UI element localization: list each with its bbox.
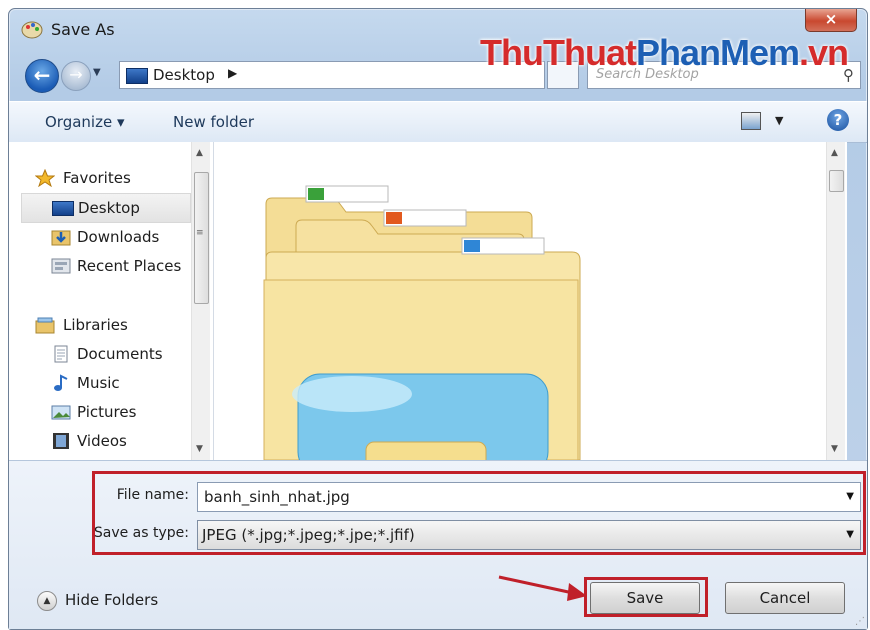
arrow-annotation-icon: [498, 575, 587, 601]
chevron-right-icon[interactable]: ▶: [228, 66, 237, 80]
resize-grip-icon[interactable]: ⋰: [855, 616, 865, 627]
star-icon: [35, 169, 55, 187]
sidebar-item-desktop[interactable]: Desktop: [21, 193, 191, 223]
folder-illustration-icon: [263, 185, 581, 460]
sidebar-item-downloads[interactable]: Downloads: [21, 223, 189, 251]
save-type-label: Save as type:: [93, 525, 189, 541]
content-scrollbar[interactable]: ▲ ▼: [826, 142, 845, 460]
sidebar-scrollbar[interactable]: ▲ ≡ ▼: [191, 142, 210, 460]
save-button[interactable]: Save: [590, 582, 700, 614]
scroll-down-icon[interactable]: ▼: [196, 444, 203, 454]
desktop-icon: [52, 201, 74, 216]
sidebar-item-videos[interactable]: Videos: [21, 427, 189, 455]
sidebar-scroll-thumb[interactable]: ≡: [194, 172, 209, 304]
save-type-select[interactable]: JPEG (*.jpg;*.jpeg;*.jpe;*.jfif) ▼: [197, 520, 861, 550]
new-folder-button[interactable]: New folder: [173, 113, 254, 131]
chevron-down-icon[interactable]: ▼: [846, 529, 854, 540]
sidebar-item-documents[interactable]: Documents: [21, 340, 189, 368]
scroll-up-icon[interactable]: ▲: [831, 148, 838, 158]
paint-palette-icon: [21, 21, 43, 39]
forward-button[interactable]: →: [61, 61, 91, 91]
save-type-value: JPEG (*.jpg;*.jpeg;*.jpe;*.jfif): [202, 526, 415, 544]
content-scroll-thumb[interactable]: [829, 170, 844, 192]
sidebar-item-music[interactable]: Music: [21, 369, 189, 397]
file-list-pane[interactable]: ▲ ▼: [214, 142, 847, 460]
view-options-dropdown[interactable]: ▼: [775, 114, 783, 127]
chevron-down-icon[interactable]: ▼: [846, 491, 854, 502]
desktop-icon: [126, 68, 148, 84]
scroll-down-icon[interactable]: ▼: [831, 444, 838, 454]
grip-icon: ≡: [196, 228, 204, 238]
documents-icon: [54, 345, 68, 363]
save-options-panel: File name: banh_sinh_nhat.jpg ▼ Save as …: [9, 460, 867, 629]
music-icon: [54, 374, 68, 391]
organize-button[interactable]: Organize ▾: [45, 113, 125, 131]
sidebar-item-pictures[interactable]: Pictures: [21, 398, 189, 426]
file-name-label: File name:: [116, 487, 189, 503]
address-segment-desktop[interactable]: Desktop: [153, 66, 215, 84]
forward-arrow-icon: →: [69, 65, 83, 84]
videos-icon: [53, 433, 69, 449]
help-icon[interactable]: ?: [827, 109, 849, 131]
file-name-value: banh_sinh_nhat.jpg: [204, 488, 350, 506]
back-button[interactable]: ←: [25, 59, 59, 93]
back-arrow-icon: ←: [33, 63, 51, 87]
watermark-logo: ThuThuatPhanMem.vn: [480, 32, 849, 73]
change-view-icon[interactable]: [741, 112, 761, 130]
scroll-up-icon[interactable]: ▲: [196, 148, 203, 158]
close-button[interactable]: ×: [805, 9, 857, 32]
downloads-folder-icon: [51, 230, 71, 246]
libraries-icon: [35, 317, 55, 334]
recent-pages-dropdown[interactable]: ▼: [93, 67, 101, 78]
pictures-icon: [51, 405, 71, 420]
file-name-field[interactable]: banh_sinh_nhat.jpg ▼: [197, 482, 861, 512]
close-icon: ×: [824, 10, 838, 28]
sidebar-item-favorites[interactable]: Favorites: [21, 164, 189, 192]
command-bar: Organize ▾ New folder ▼ ?: [9, 101, 867, 143]
sidebar-item-libraries[interactable]: Libraries: [21, 311, 189, 339]
save-as-dialog: Save As × ← → ▼ Desktop ▶ Search Desktop…: [8, 8, 868, 630]
sidebar-item-recent-places[interactable]: Recent Places: [21, 252, 189, 280]
recent-places-icon: [51, 258, 71, 274]
collapse-up-icon: ▲: [37, 591, 57, 611]
cancel-button[interactable]: Cancel: [725, 582, 845, 614]
window-title: Save As: [51, 20, 115, 39]
navigation-pane: Favorites Desktop Downloads Recent Place…: [9, 142, 214, 460]
